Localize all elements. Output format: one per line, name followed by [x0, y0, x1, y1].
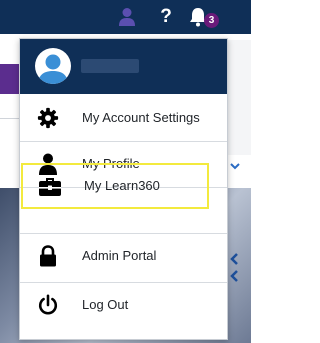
- menu-item-label: My Learn360: [84, 178, 160, 193]
- menu-item-label: Log Out: [82, 297, 129, 312]
- menu-item-admin-portal[interactable]: Admin Portal: [20, 233, 227, 279]
- app-window: ? 3 My Account Settings My Profile My Le…: [0, 0, 251, 343]
- power-icon: [36, 294, 60, 316]
- menu-item-label: My Account Settings: [82, 110, 200, 125]
- briefcase-icon: [38, 175, 62, 197]
- avatar: [34, 47, 72, 85]
- chevron-left-icon[interactable]: [229, 269, 239, 282]
- background-divider: [0, 118, 20, 119]
- help-icon[interactable]: ?: [158, 5, 174, 29]
- chevron-left-icon[interactable]: [229, 252, 239, 265]
- dropdown-header: [20, 39, 227, 94]
- menu-item-log-out[interactable]: Log Out: [20, 282, 227, 328]
- top-navigation-bar: ? 3: [0, 0, 251, 34]
- notification-badge: 3: [204, 13, 219, 28]
- menu-item-label: Admin Portal: [82, 248, 157, 263]
- lock-icon: [36, 245, 60, 267]
- user-icon[interactable]: [118, 7, 136, 27]
- username-redacted: [81, 59, 139, 73]
- chevron-down-icon[interactable]: [230, 158, 240, 170]
- account-dropdown-menu: My Account Settings My Profile My Learn3…: [19, 38, 228, 340]
- menu-item-account-settings[interactable]: My Account Settings: [20, 95, 227, 141]
- background-panel: [228, 40, 251, 155]
- background-banner-fragment: [0, 64, 20, 94]
- menu-item-my-learn360[interactable]: My Learn360: [21, 163, 209, 209]
- gear-icon: [36, 107, 60, 129]
